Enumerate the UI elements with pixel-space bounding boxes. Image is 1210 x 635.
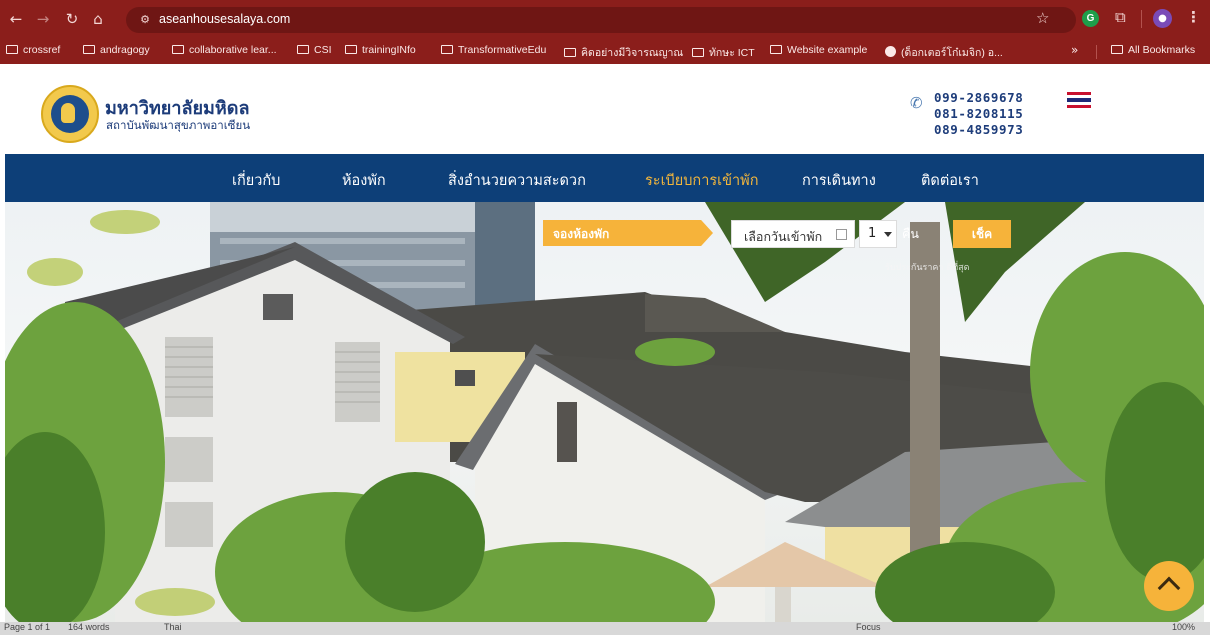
back-icon[interactable]: ← <box>6 9 26 29</box>
profile-avatar[interactable]: ● <box>1153 9 1172 28</box>
chevron-down-icon <box>884 232 892 237</box>
folder-icon <box>6 45 18 54</box>
logo-emblem <box>51 95 89 133</box>
folder-icon <box>172 45 184 54</box>
nav-facilities[interactable]: สิ่งอำนวยความสะดวก <box>448 169 586 192</box>
best-price-note: รับประกันราคา ดีที่สุด <box>885 263 970 273</box>
status-focus[interactable]: Focus <box>856 622 881 632</box>
all-bookmarks-button[interactable]: All Bookmarks <box>1111 44 1195 60</box>
status-page: Page 1 of 1 <box>4 622 51 632</box>
bookmark-label: Website example <box>787 44 868 56</box>
status-language: Thai <box>164 622 182 632</box>
checkin-date-placeholder: เลือกวันเข้าพัก <box>744 229 823 244</box>
booking-banner-label: จองห้องพัก <box>553 227 610 241</box>
bookmark-transformativeedu[interactable]: TransformativeEdu <box>441 44 546 60</box>
bookmark-label: (ด็อกเตอร์โก๋เมจิก) อ... <box>901 47 1003 59</box>
bookmark-csi[interactable]: CSI <box>297 44 332 60</box>
reload-icon[interactable]: ↻ <box>62 9 82 29</box>
bookmark-critical-thinking[interactable]: คิดอย่างมีวิจารณญาณ <box>564 44 683 60</box>
thai-flag-icon[interactable] <box>1067 92 1091 108</box>
bookmark-label: crossref <box>23 44 61 56</box>
nav-travel[interactable]: การเดินทาง <box>802 169 876 192</box>
bookmark-traininginfo[interactable]: trainingINfo <box>345 44 416 60</box>
bookmark-andragogy[interactable]: andragogy <box>83 44 150 60</box>
main-navigation: เกี่ยวกับ ห้องพัก สิ่งอำนวยความสะดวก ระเ… <box>5 154 1204 202</box>
url-text[interactable]: aseanhousesalaya.com <box>159 12 290 26</box>
document-status-strip: Page 1 of 1 164 words Thai Focus 100% <box>0 622 1210 635</box>
nights-select[interactable]: 1 <box>859 220 897 248</box>
phone-numbers: 099-2869678 081-8208115 089-4859973 <box>934 90 1023 138</box>
nights-label: คืน <box>902 226 919 241</box>
bookmark-website-example[interactable]: Website example <box>770 44 867 60</box>
check-availability-button[interactable]: เช็ค <box>953 220 1011 248</box>
bookmark-label: ทักษะ ICT <box>709 47 755 59</box>
bookmark-ict-skills[interactable]: ทักษะ ICT <box>692 44 755 60</box>
phone-number[interactable]: 089-4859973 <box>934 122 1023 138</box>
status-words: 164 words <box>68 622 110 632</box>
all-bookmarks-label: All Bookmarks <box>1128 44 1196 56</box>
toolbar-divider <box>1141 10 1142 28</box>
browser-chrome: ← → ↻ ⌂ ⚙ aseanhousesalaya.com ☆ G ⧉ ● ⋮… <box>0 0 1210 64</box>
site-info-icon[interactable]: ⚙ <box>136 11 154 29</box>
bookmark-label: คิดอย่างมีวิจารณญาณ <box>581 47 684 59</box>
bookmark-label: CSI <box>314 44 332 56</box>
bookmark-crossref[interactable]: crossref <box>6 44 60 60</box>
folder-icon <box>770 45 782 54</box>
calendar-icon[interactable] <box>836 229 847 240</box>
folder-icon <box>1111 45 1123 54</box>
mahidol-logo[interactable] <box>41 85 99 143</box>
home-icon[interactable]: ⌂ <box>88 9 108 29</box>
status-zoom[interactable]: 100% <box>1172 622 1195 632</box>
chevron-up-icon <box>1157 576 1181 600</box>
nav-rooms[interactable]: ห้องพัก <box>342 169 386 192</box>
folder-icon <box>441 45 453 54</box>
bookmarks-divider <box>1096 45 1097 59</box>
bookmark-collaborative[interactable]: collaborative lear... <box>172 44 277 60</box>
phone-number[interactable]: 081-8208115 <box>934 106 1023 122</box>
bookmark-label: collaborative lear... <box>189 44 277 56</box>
address-bar[interactable]: ⚙ aseanhousesalaya.com <box>126 7 1076 33</box>
nav-contact[interactable]: ติดต่อเรา <box>921 169 979 192</box>
extensions-icon[interactable]: ⧉ <box>1115 8 1126 26</box>
bookmarks-overflow-button[interactable]: » <box>1071 43 1078 57</box>
checkin-date-field[interactable]: เลือกวันเข้าพัก <box>731 220 855 248</box>
address-row: ← → ↻ ⌂ ⚙ aseanhousesalaya.com ☆ G ⧉ ● ⋮ <box>0 0 1210 38</box>
booking-banner: จองห้องพัก <box>543 220 713 246</box>
hero-section: จองห้องพัก เลือกวันเข้าพัก 1 คืน เช็ค รั… <box>5 202 1204 622</box>
nav-about[interactable]: เกี่ยวกับ <box>232 169 280 192</box>
forward-icon[interactable]: → <box>33 9 53 29</box>
brand-subtitle: สถาบันพัฒนาสุขภาพอาเซียน <box>106 118 251 132</box>
nav-stay-rules[interactable]: ระเบียบการเข้าพัก <box>645 169 759 192</box>
site-header: มหาวิทยาลัยมหิดล สถาบันพัฒนาสุขภาพอาเซีย… <box>0 64 1210 154</box>
phone-icon: ✆ <box>910 94 923 112</box>
grammarly-extension-icon[interactable]: G <box>1082 10 1099 27</box>
scroll-to-top-button[interactable] <box>1144 561 1194 611</box>
phone-number[interactable]: 099-2869678 <box>934 90 1023 106</box>
folder-icon <box>297 45 309 54</box>
logo-core <box>61 103 75 123</box>
bookmark-star-icon[interactable]: ☆ <box>1036 9 1049 27</box>
bookmarks-bar: crossref andragogy collaborative lear...… <box>0 39 1210 63</box>
bookmark-dr-ko-magic[interactable]: (ด็อกเตอร์โก๋เมจิก) อ... <box>885 44 1003 60</box>
site-favicon-icon <box>885 46 896 57</box>
bookmark-label: TransformativeEdu <box>458 44 547 56</box>
menu-kebab-icon[interactable]: ⋮ <box>1186 8 1201 26</box>
nights-value: 1 <box>868 226 877 241</box>
folder-icon <box>564 48 576 57</box>
folder-icon <box>345 45 357 54</box>
bookmark-label: trainingINfo <box>362 44 416 56</box>
folder-icon <box>83 45 95 54</box>
folder-icon <box>692 48 704 57</box>
bookmark-label: andragogy <box>100 44 150 56</box>
hero-photo <box>5 202 1204 622</box>
